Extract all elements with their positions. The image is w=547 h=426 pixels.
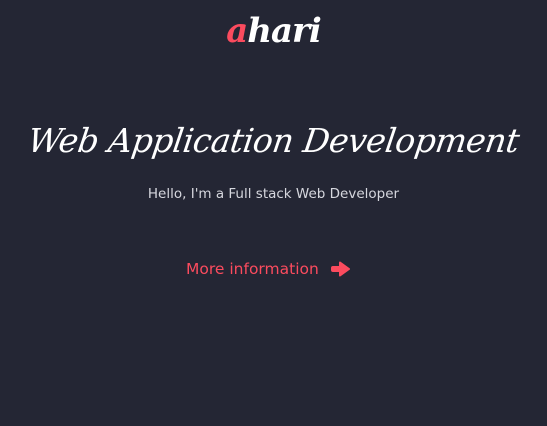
- arrow-right-icon: [330, 261, 350, 277]
- more-information-link[interactable]: More information: [186, 256, 350, 282]
- logo-first-letter: a: [226, 11, 248, 51]
- hero-headline: Web Application Development: [25, 121, 522, 160]
- hero-subline: Hello, I'm a Full stack Web Developer: [147, 186, 400, 202]
- site-logo[interactable]: ahari: [0, 8, 547, 54]
- logo-rest: hari: [247, 11, 322, 51]
- more-information-label: More information: [186, 260, 319, 278]
